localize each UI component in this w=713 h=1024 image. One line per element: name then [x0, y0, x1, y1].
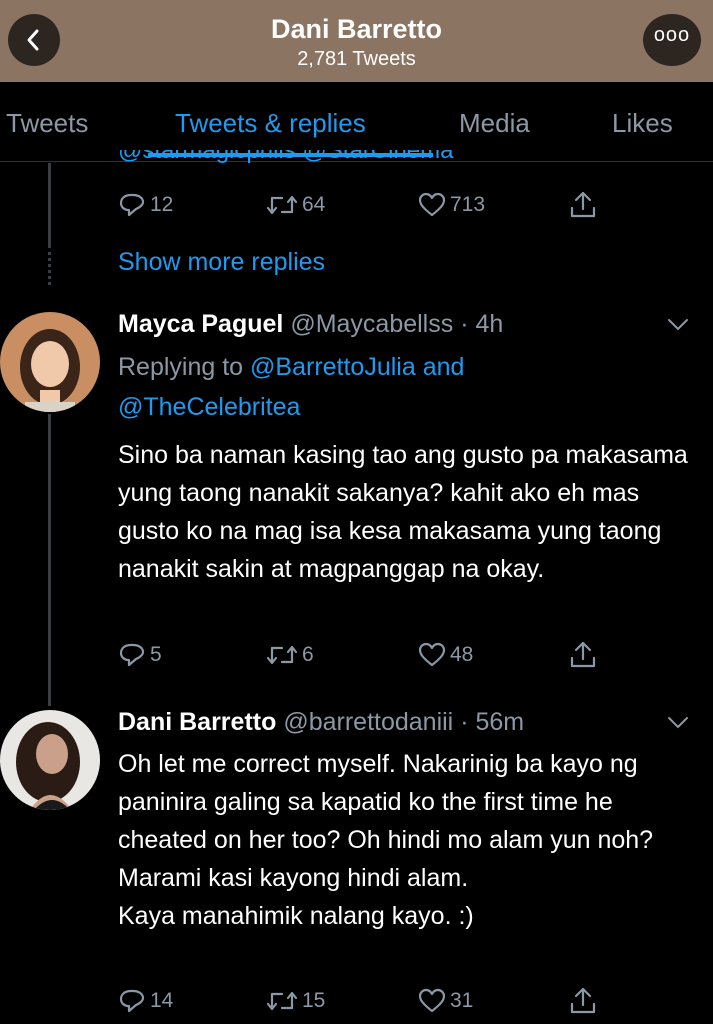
thread-line — [48, 163, 51, 245]
timestamp: · 4h — [460, 310, 504, 338]
replying-to: Replying to @BarrettoJulia and @TheCeleb… — [118, 347, 678, 427]
heart-icon — [418, 192, 446, 217]
heart-icon — [418, 642, 446, 667]
reply-icon — [119, 643, 145, 667]
handle[interactable]: @barrettodaniii — [283, 708, 453, 736]
mention-and[interactable]: and — [416, 353, 465, 381]
share-action[interactable] — [568, 640, 602, 670]
retweet-count: 6 — [302, 643, 314, 666]
retweet-icon — [266, 645, 298, 665]
tweet-header: Mayca Paguel @Maycabellss · 4h — [118, 310, 503, 339]
share-action[interactable] — [568, 986, 602, 1016]
chevron-down-icon[interactable] — [667, 716, 689, 730]
avatar-photo — [0, 312, 100, 412]
mention-link[interactable]: @BarrettoJulia — [250, 353, 416, 381]
reply-action[interactable]: 5 — [118, 642, 162, 668]
like-action[interactable]: 48 — [418, 642, 473, 668]
active-tab-indicator — [148, 153, 433, 157]
more-dots-icon: ooo — [653, 24, 691, 46]
like-count: 31 — [450, 989, 474, 1012]
share-icon — [570, 191, 596, 218]
like-action[interactable]: 713 — [418, 192, 485, 218]
handle[interactable]: @Maycabellss — [290, 310, 453, 338]
show-more-replies-link[interactable]: Show more replies — [118, 248, 325, 277]
reply-icon — [119, 193, 145, 217]
retweet-action[interactable]: 64 — [266, 192, 325, 218]
mention-link[interactable]: @TheCelebritea — [118, 393, 300, 421]
reply-icon — [119, 989, 145, 1013]
avatar-photo — [0, 710, 100, 810]
tab-tweets[interactable]: Tweets — [6, 108, 88, 139]
share-icon — [570, 987, 596, 1014]
thread-line — [48, 414, 51, 706]
avatar-dani[interactable] — [0, 710, 100, 810]
share-icon — [570, 641, 596, 668]
more-options-button[interactable]: ooo — [643, 14, 701, 66]
retweet-icon — [266, 991, 298, 1011]
reply-count: 14 — [150, 989, 174, 1012]
reply-action[interactable]: 14 — [118, 988, 173, 1014]
like-count: 713 — [450, 193, 486, 216]
retweet-count: 15 — [302, 989, 326, 1012]
like-count: 48 — [450, 643, 474, 666]
chevron-down-icon[interactable] — [667, 318, 689, 332]
tab-media[interactable]: Media — [459, 108, 530, 139]
heart-icon — [418, 988, 446, 1013]
thread-gap-dots — [48, 245, 51, 285]
avatar-mayca[interactable] — [0, 312, 100, 412]
display-name[interactable]: Mayca Paguel — [118, 310, 283, 338]
retweet-icon — [266, 195, 298, 215]
tab-tweets-replies[interactable]: Tweets & replies — [175, 108, 366, 139]
share-action[interactable] — [568, 190, 602, 220]
reply-action[interactable]: 12 — [118, 192, 173, 218]
reply-count: 12 — [150, 193, 174, 216]
profile-name-title: Dani Barretto — [270, 14, 443, 44]
retweet-count: 64 — [302, 193, 326, 216]
tweet-count: 2,781 Tweets — [297, 48, 416, 70]
replying-to-label: Replying to — [118, 353, 251, 381]
retweet-action[interactable]: 15 — [266, 988, 325, 1014]
tweet-text: Sino ba naman kasing tao ang gusto pa ma… — [118, 441, 688, 583]
tab-likes[interactable]: Likes — [612, 108, 673, 139]
profile-header: Dani Barretto 2,781 Tweets ooo — [0, 0, 713, 82]
display-name[interactable]: Dani Barretto — [118, 708, 276, 736]
timestamp: · 56m — [460, 708, 525, 736]
like-action[interactable]: 31 — [418, 988, 473, 1014]
retweet-action[interactable]: 6 — [266, 642, 314, 668]
tweet-header: Dani Barretto @barrettodaniii · 56m — [118, 708, 524, 737]
reply-count: 5 — [150, 643, 162, 666]
tweet-text: Oh let me correct myself. Nakarinig ba k… — [118, 750, 654, 930]
